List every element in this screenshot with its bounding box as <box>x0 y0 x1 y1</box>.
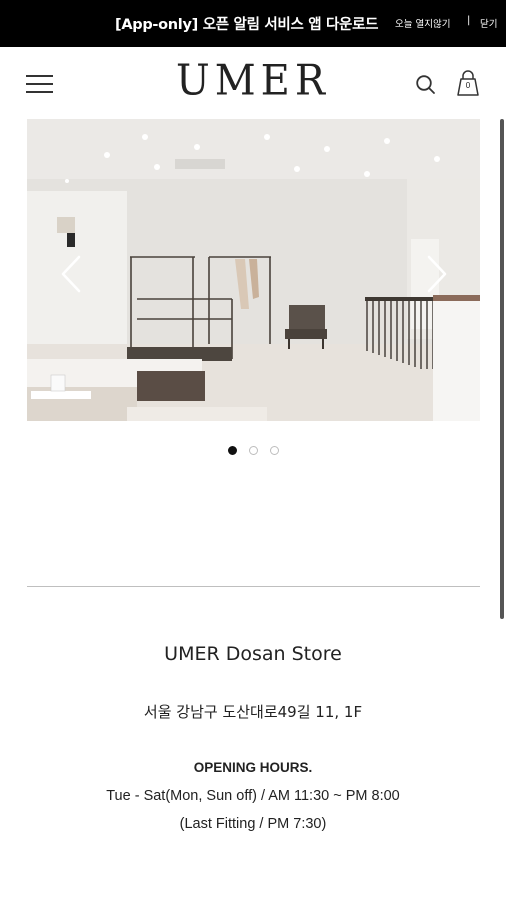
opening-hours-last-fitting: (Last Fitting / PM 7:30) <box>179 816 327 832</box>
opening-hours-days: Tue - Sat(Mon, Sun off) / AM 11:30 ~ PM … <box>106 788 400 804</box>
slider-pagination <box>226 446 286 458</box>
hide-today-link[interactable]: 오늘 열지않기 <box>395 16 450 30</box>
site-header: UMER 0 <box>0 47 506 119</box>
store-name: UMER Dosan Store <box>164 643 342 665</box>
promo-text[interactable]: [App-only] 오픈 알림 서비스 앱 다운로드 <box>115 13 378 34</box>
promo-separator: | <box>467 15 471 26</box>
search-icon[interactable] <box>415 74 437 96</box>
promo-close-link[interactable]: 닫기 <box>480 16 497 30</box>
store-interior-image <box>27 119 480 421</box>
chevron-left-icon <box>61 255 81 293</box>
site-logo[interactable]: UMER <box>150 57 356 105</box>
hamburger-menu-icon[interactable] <box>26 75 53 94</box>
promo-banner: [App-only] 오픈 알림 서비스 앱 다운로드 오늘 열지않기 | 닫기 <box>0 0 506 47</box>
section-divider <box>27 586 480 587</box>
page-scrollbar[interactable] <box>500 119 504 619</box>
chevron-right-icon <box>427 255 447 293</box>
slider-prev-button[interactable] <box>57 254 87 294</box>
slider-dot-2[interactable] <box>249 446 258 455</box>
slider-dot-3[interactable] <box>270 446 279 455</box>
cart-count: 0 <box>465 81 471 90</box>
slider-next-button[interactable] <box>421 254 451 294</box>
opening-hours-title: OPENING HOURS. <box>193 760 313 775</box>
shopping-bag-icon[interactable]: 0 <box>454 69 482 97</box>
store-image-slider[interactable] <box>27 119 480 421</box>
slider-dot-1[interactable] <box>228 446 237 455</box>
store-address: 서울 강남구 도산대로49길 11, 1F <box>143 703 363 721</box>
